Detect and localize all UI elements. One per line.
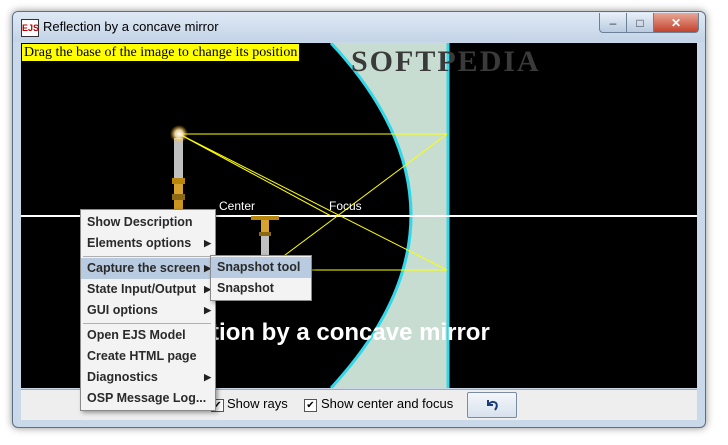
show-center-focus-checkbox[interactable]: ✔: [304, 399, 317, 412]
menu-item-elements-options[interactable]: Elements options ▶: [81, 233, 215, 254]
menu-item-state-input-output[interactable]: State Input/Output ▶: [81, 279, 215, 300]
submenu-arrow-icon: ▶: [204, 372, 211, 382]
window-title: Reflection by a concave mirror: [43, 19, 219, 34]
submenu-item-snapshot-tool[interactable]: Snapshot tool: [211, 257, 311, 278]
title-bar[interactable]: EJS Reflection by a concave mirror – □ ✕: [13, 12, 705, 42]
menu-item-osp-message-log[interactable]: OSP Message Log...: [81, 388, 215, 409]
menu-item-capture-screen[interactable]: Capture the screen ▶: [81, 258, 215, 279]
submenu-item-label: Snapshot tool: [217, 260, 301, 274]
menu-item-create-html-page[interactable]: Create HTML page: [81, 346, 215, 367]
submenu-arrow-icon: ▶: [204, 238, 211, 248]
context-menu: Show Description Elements options ▶ Captu…: [80, 209, 216, 411]
minimize-button[interactable]: –: [599, 13, 627, 33]
close-button[interactable]: ✕: [653, 13, 699, 33]
menu-item-label: GUI options: [87, 303, 158, 317]
show-rays-label: Show rays: [227, 396, 288, 411]
drag-hint: Drag the base of the image to change its…: [22, 44, 300, 61]
menu-item-gui-options[interactable]: GUI options ▶: [81, 300, 215, 321]
menu-item-label: Open EJS Model: [87, 328, 186, 342]
menu-item-open-ejs-model[interactable]: Open EJS Model: [81, 325, 215, 346]
app-icon: EJS: [21, 19, 39, 37]
center-label: Center: [219, 199, 256, 213]
menu-item-show-description[interactable]: Show Description: [81, 212, 215, 233]
object-lamp[interactable]: [170, 125, 188, 216]
focus-label: Focus: [329, 199, 362, 213]
menu-item-label: Elements options: [87, 236, 192, 250]
submenu-arrow-icon: ▶: [204, 305, 211, 315]
maximize-button[interactable]: □: [626, 13, 654, 33]
menu-separator: [83, 323, 211, 324]
minimize-icon: –: [609, 15, 617, 30]
menu-item-label: Diagnostics: [87, 370, 158, 384]
menu-item-diagnostics[interactable]: Diagnostics ▶: [81, 367, 215, 388]
maximize-icon: □: [636, 15, 644, 30]
capture-submenu: Snapshot tool Snapshot: [210, 255, 312, 301]
submenu-item-label: Snapshot: [217, 281, 274, 295]
menu-separator: [83, 256, 211, 257]
menu-item-label: Create HTML page: [87, 349, 197, 363]
menu-item-label: Show Description: [87, 215, 193, 229]
reset-button[interactable]: [467, 392, 517, 418]
watermark: SOFTPEDIA: [351, 45, 541, 78]
close-icon: ✕: [670, 15, 682, 30]
menu-item-label: OSP Message Log...: [87, 391, 207, 405]
submenu-item-snapshot[interactable]: Snapshot: [211, 278, 311, 299]
menu-item-label: State Input/Output: [87, 282, 197, 296]
menu-item-label: Capture the screen: [87, 261, 201, 275]
show-center-focus-label: Show center and focus: [321, 396, 454, 411]
undo-arrow-icon: [487, 400, 498, 411]
